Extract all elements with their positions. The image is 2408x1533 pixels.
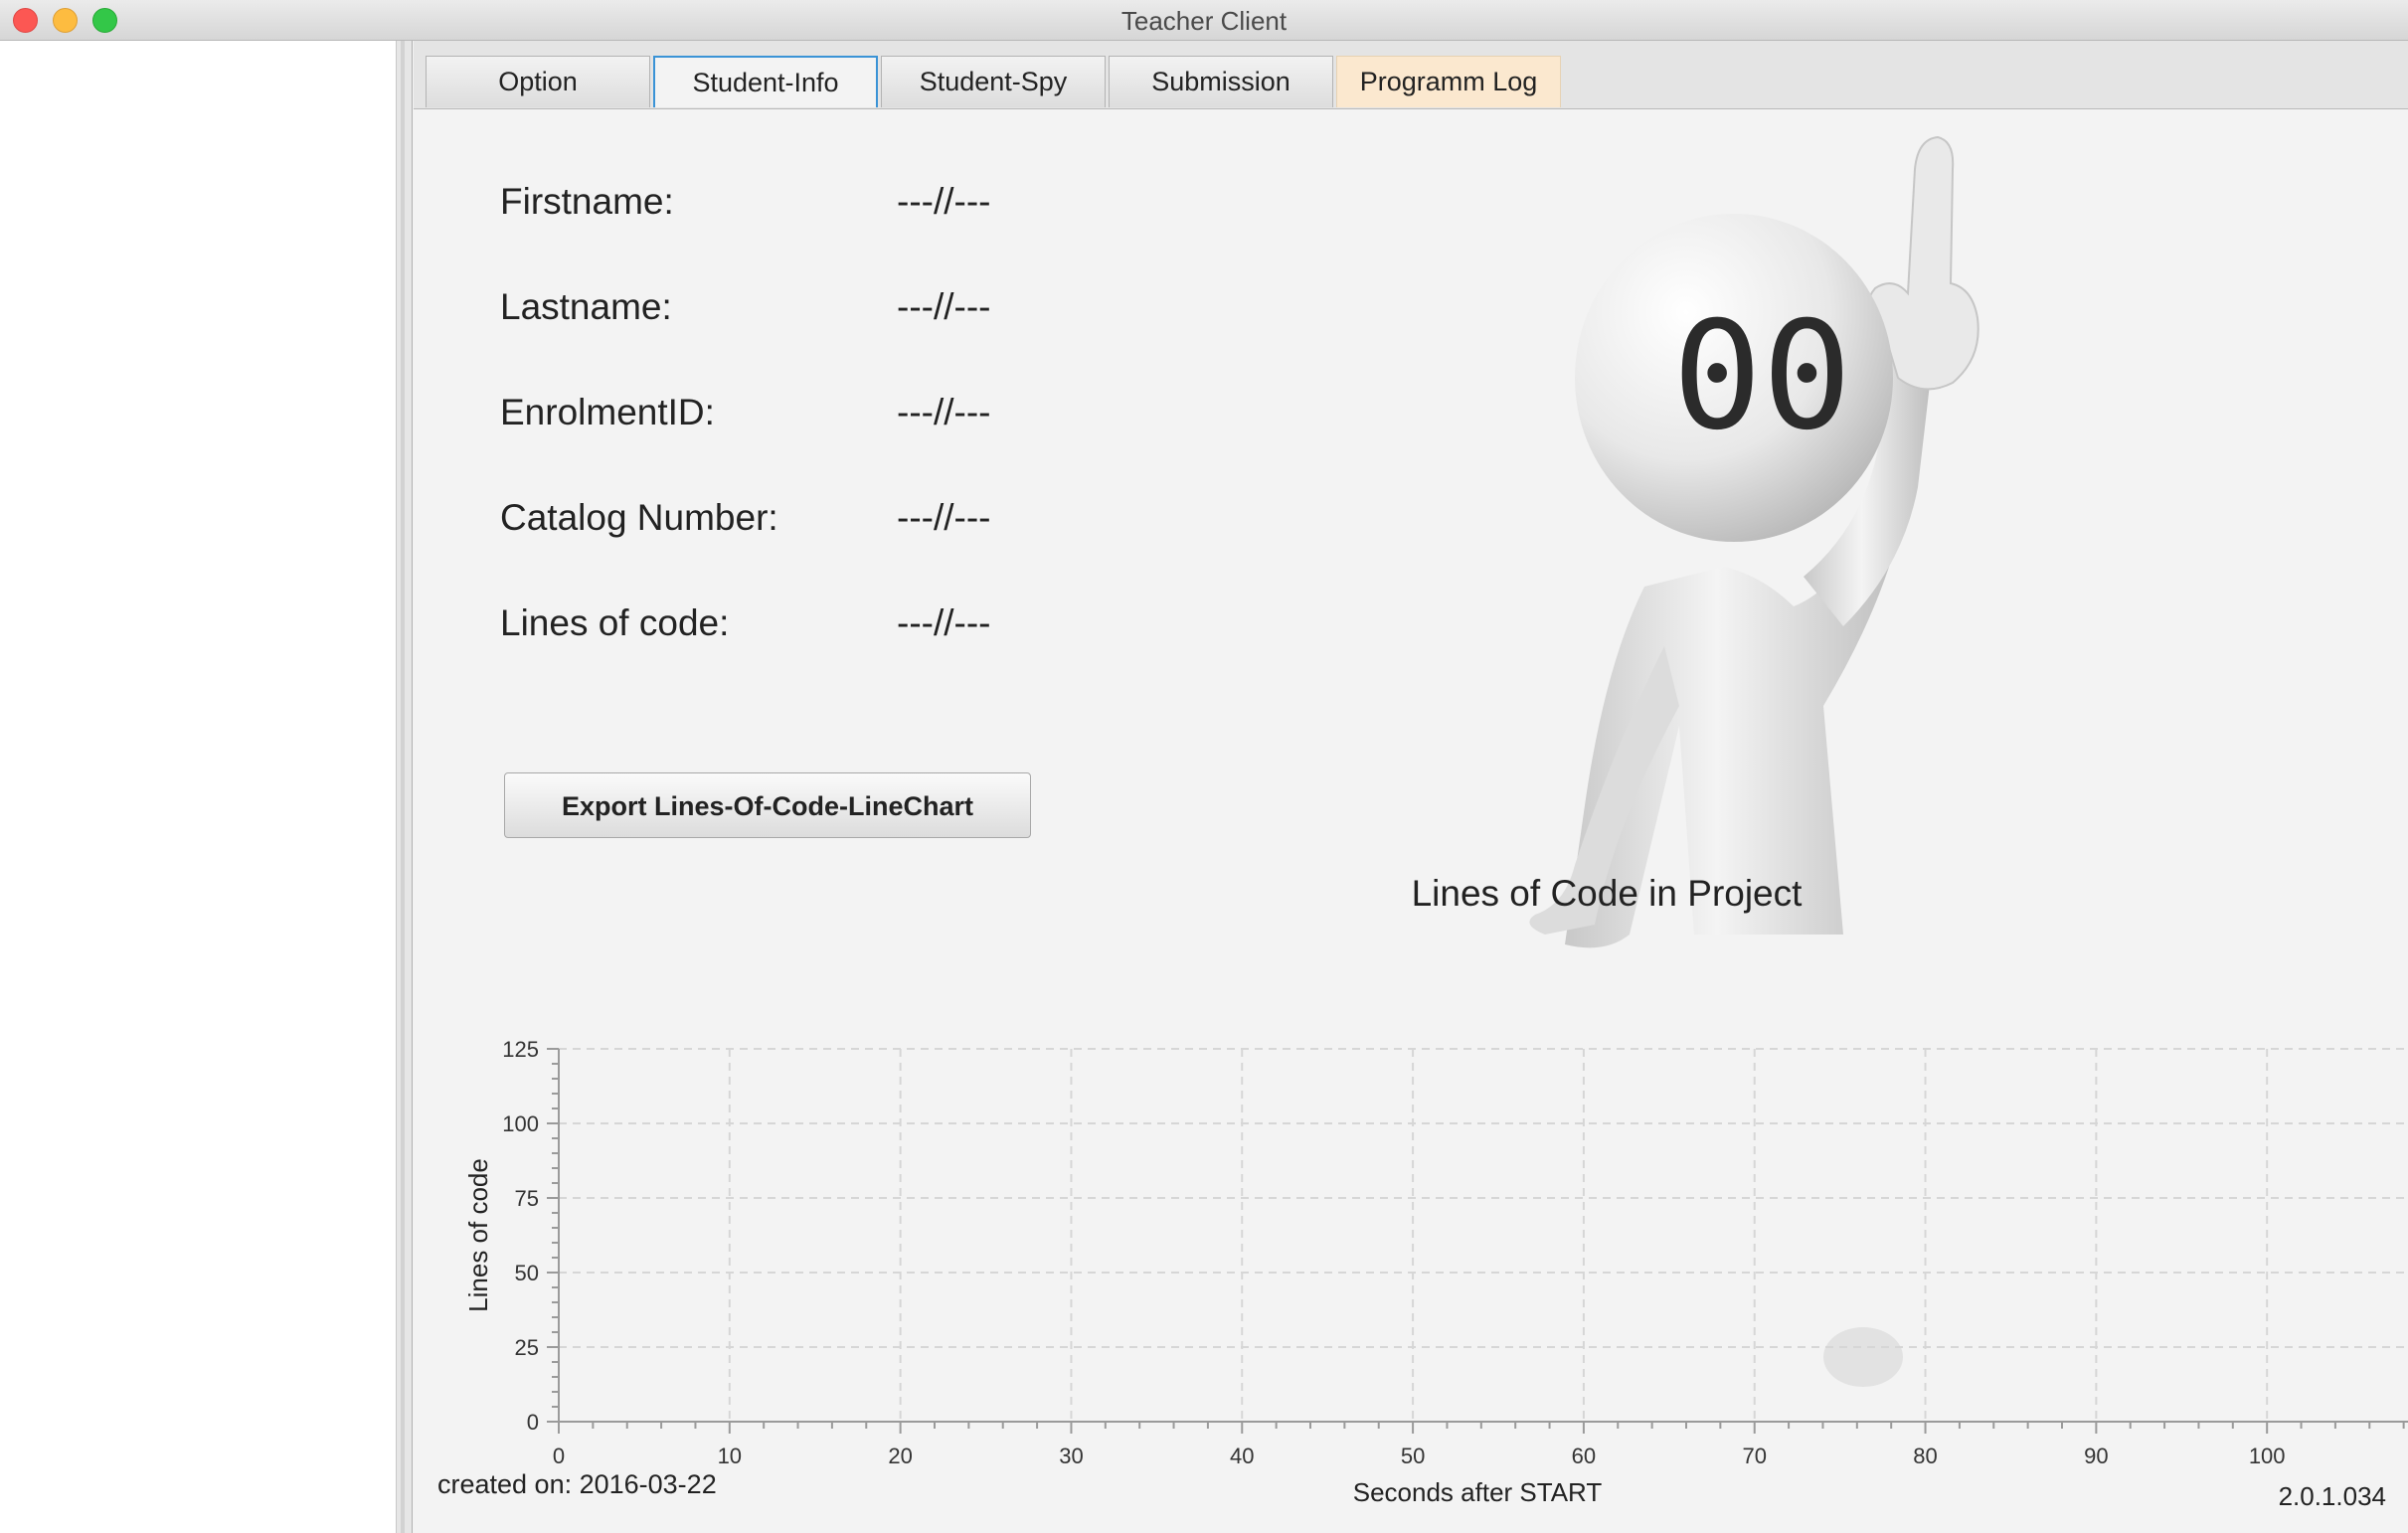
tab-student-info[interactable]: Student-Info — [653, 56, 878, 107]
x-tick-label: 40 — [1230, 1444, 1254, 1468]
x-tick-label: 100 — [2249, 1444, 2286, 1468]
catalog-number-value: ---//--- — [897, 497, 991, 538]
y-tick-label: 75 — [515, 1186, 539, 1211]
x-tick-label: 30 — [1059, 1444, 1083, 1468]
x-tick-label: 20 — [888, 1444, 912, 1468]
lines-of-code-value: ---//--- — [897, 602, 991, 643]
x-tick-label: 90 — [2084, 1444, 2108, 1468]
chart-title: Lines of Code in Project — [1411, 873, 1803, 914]
enrolment-id-value: ---//--- — [897, 392, 991, 432]
y-tick-label: 25 — [515, 1335, 539, 1360]
student-list-panel[interactable] — [0, 41, 397, 1533]
figure-face-text: 00 — [1672, 290, 1852, 463]
tab-submission[interactable]: Submission — [1109, 56, 1333, 107]
export-linechart-button[interactable]: Export Lines-Of-Code-LineChart — [504, 772, 1031, 838]
version-label: 2.0.1.034 — [2278, 1481, 2386, 1511]
window-title: Teacher Client — [1120, 6, 1288, 36]
y-tick-label: 100 — [502, 1111, 539, 1136]
student-info-panel: 00 Firstname: ---//--- Lastname: ---//--… — [414, 109, 2408, 1533]
y-tick-label: 0 — [527, 1410, 539, 1435]
firstname-value: ---//--- — [897, 181, 991, 222]
catalog-number-label: Catalog Number: — [500, 497, 778, 538]
firstname-label: Firstname: — [500, 181, 674, 222]
x-tick-label: 60 — [1572, 1444, 1596, 1468]
y-tick-label: 50 — [515, 1261, 539, 1285]
enrolment-id-label: EnrolmentID: — [500, 392, 715, 432]
created-on-label: created on: 2016-03-22 — [437, 1469, 717, 1499]
tab-student-spy[interactable]: Student-Spy — [881, 56, 1106, 107]
y-axis-title: Lines of code — [463, 1158, 493, 1312]
tab-bar: Option Student-Info Student-Spy Submissi… — [414, 41, 2408, 109]
x-axis-title: Seconds after START — [1353, 1477, 1603, 1507]
lines-of-code-label: Lines of code: — [500, 602, 730, 643]
lastname-value: ---//--- — [897, 286, 991, 327]
y-tick-label: 125 — [502, 1037, 539, 1062]
x-tick-label: 50 — [1401, 1444, 1425, 1468]
x-tick-label: 0 — [553, 1444, 565, 1468]
tab-option[interactable]: Option — [426, 56, 650, 107]
lastname-label: Lastname: — [500, 286, 672, 327]
title-bar: Teacher Client — [0, 0, 2408, 41]
x-tick-label: 80 — [1913, 1444, 1937, 1468]
lines-of-code-chart: 0 10 20 30 40 50 60 70 80 90 100 0 25 50 75 100 125 Secon… — [463, 1037, 2408, 1507]
x-tick-label: 70 — [1742, 1444, 1766, 1468]
split-pane-divider[interactable] — [397, 41, 413, 1533]
x-tick-label: 10 — [718, 1444, 742, 1468]
tab-programm-log[interactable]: Programm Log — [1336, 56, 1561, 107]
